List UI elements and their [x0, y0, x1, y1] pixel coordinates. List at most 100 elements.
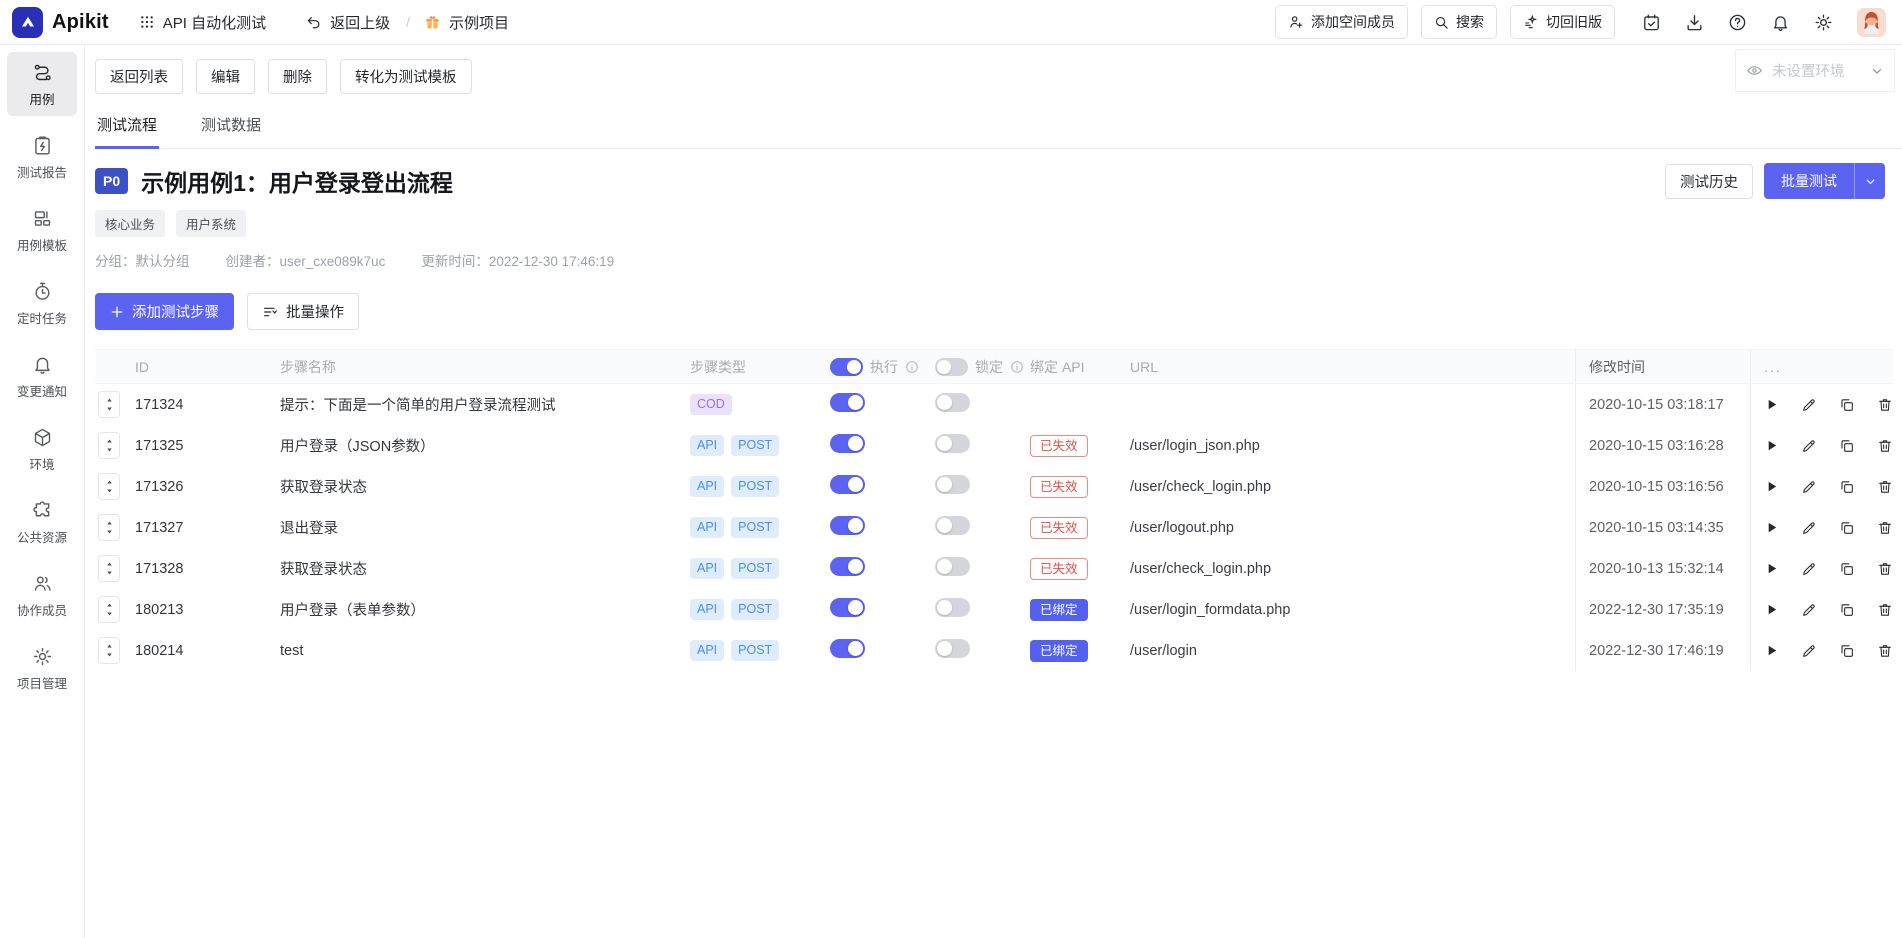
edit-step-icon[interactable] — [1801, 643, 1817, 659]
lock-toggle[interactable] — [935, 475, 970, 494]
edit-button[interactable]: 编辑 — [196, 59, 255, 94]
copy-step-icon[interactable] — [1839, 397, 1855, 413]
drag-handle-icon[interactable] — [98, 391, 120, 418]
copy-step-icon[interactable] — [1839, 479, 1855, 495]
drag-handle-icon[interactable] — [98, 596, 120, 623]
copy-step-icon[interactable] — [1839, 643, 1855, 659]
type-chip-post: POST — [731, 517, 779, 537]
drag-handle-icon[interactable] — [98, 555, 120, 582]
sidebar-item-case-templates[interactable]: 用例模板 — [7, 198, 77, 262]
type-chip-post: POST — [731, 640, 779, 660]
run-step-icon[interactable] — [1764, 643, 1779, 659]
batch-test-button[interactable]: 批量测试 — [1764, 163, 1854, 199]
exec-all-toggle[interactable] — [830, 358, 863, 376]
delete-button[interactable]: 删除 — [268, 59, 327, 94]
add-space-member-button[interactable]: 添加空间成员 — [1275, 5, 1408, 39]
app-switcher[interactable]: API 自动化测试 — [139, 12, 266, 33]
step-name[interactable]: test — [280, 643, 690, 659]
exec-toggle[interactable] — [830, 639, 865, 658]
edit-step-icon[interactable] — [1801, 479, 1817, 495]
download-icon[interactable] — [1685, 13, 1704, 32]
batch-operations-button[interactable]: 批量操作 — [247, 293, 359, 330]
sidebar-item-shared-resources[interactable]: 公共资源 — [7, 490, 77, 554]
lock-toggle[interactable] — [935, 557, 970, 576]
edit-step-icon[interactable] — [1801, 561, 1817, 577]
drag-handle-icon[interactable] — [98, 473, 120, 500]
exec-toggle[interactable] — [830, 393, 865, 412]
copy-step-icon[interactable] — [1839, 520, 1855, 536]
lock-toggle[interactable] — [935, 434, 970, 453]
exec-toggle[interactable] — [830, 475, 865, 494]
edit-step-icon[interactable] — [1801, 438, 1817, 454]
lock-toggle[interactable] — [935, 516, 970, 535]
lock-all-toggle[interactable] — [935, 358, 968, 376]
test-history-button[interactable]: 测试历史 — [1665, 164, 1753, 199]
delete-step-icon[interactable] — [1877, 479, 1893, 495]
tab-test-flow[interactable]: 测试流程 — [95, 106, 159, 149]
sidebar-item-project-settings[interactable]: 项目管理 — [7, 636, 77, 700]
exec-toggle[interactable] — [830, 598, 865, 617]
drag-handle-icon[interactable] — [98, 637, 120, 664]
apikit-logo-icon[interactable] — [12, 7, 43, 38]
priority-badge: P0 — [95, 168, 128, 194]
add-test-step-button[interactable]: 添加测试步骤 — [95, 293, 234, 330]
environment-selector[interactable]: 未设置环境 — [1735, 49, 1895, 92]
lock-toggle[interactable] — [935, 393, 970, 412]
back-to-list-button[interactable]: 返回列表 — [95, 59, 183, 94]
step-name[interactable]: 用户登录（JSON参数） — [280, 435, 690, 456]
tab-test-data[interactable]: 测试数据 — [199, 106, 263, 148]
calendar-check-icon[interactable] — [1642, 13, 1661, 32]
exec-toggle[interactable] — [830, 557, 865, 576]
copy-step-icon[interactable] — [1839, 561, 1855, 577]
copy-step-icon[interactable] — [1839, 438, 1855, 454]
sidebar-item-environments[interactable]: 环境 — [7, 417, 77, 481]
sidebar-item-change-notifications[interactable]: 变更通知 — [7, 344, 77, 408]
step-name[interactable]: 退出登录 — [280, 517, 690, 538]
delete-step-icon[interactable] — [1877, 602, 1893, 618]
search-button[interactable]: 搜索 — [1421, 5, 1497, 39]
convert-to-template-button[interactable]: 转化为测试模板 — [340, 59, 472, 94]
delete-step-icon[interactable] — [1877, 561, 1893, 577]
sidebar-item-scheduled-tasks[interactable]: 定时任务 — [7, 271, 77, 335]
type-chip-post: POST — [731, 435, 779, 455]
avatar[interactable] — [1857, 8, 1886, 37]
drag-handle-icon[interactable] — [98, 514, 120, 541]
run-step-icon[interactable] — [1764, 479, 1779, 495]
delete-step-icon[interactable] — [1877, 520, 1893, 536]
batch-test-dropdown[interactable] — [1854, 163, 1885, 199]
exec-toggle[interactable] — [830, 516, 865, 535]
col-header-more[interactable]: ... — [1764, 359, 1782, 375]
breadcrumb-project[interactable]: 示例项目 — [424, 12, 509, 33]
lock-toggle[interactable] — [935, 639, 970, 658]
exec-toggle[interactable] — [830, 434, 865, 453]
sidebar-item-collaborators[interactable]: 协作成员 — [7, 563, 77, 627]
drag-handle-icon[interactable] — [98, 432, 120, 459]
help-icon[interactable] — [1728, 13, 1747, 32]
edit-step-icon[interactable] — [1801, 397, 1817, 413]
run-step-icon[interactable] — [1764, 397, 1779, 413]
updated-label: 更新时间： — [421, 254, 489, 269]
run-step-icon[interactable] — [1764, 602, 1779, 618]
copy-step-icon[interactable] — [1839, 602, 1855, 618]
run-step-icon[interactable] — [1764, 520, 1779, 536]
bell-icon[interactable] — [1771, 13, 1790, 32]
step-name[interactable]: 获取登录状态 — [280, 476, 690, 497]
delete-step-icon[interactable] — [1877, 438, 1893, 454]
edit-step-icon[interactable] — [1801, 520, 1817, 536]
type-chip-api: API — [690, 435, 724, 455]
gear-icon[interactable] — [1814, 13, 1833, 32]
bind-status: 已绑定 — [1030, 599, 1088, 621]
delete-step-icon[interactable] — [1877, 397, 1893, 413]
switch-old-version-button[interactable]: 切回旧版 — [1510, 5, 1615, 39]
lock-toggle[interactable] — [935, 598, 970, 617]
sidebar-item-test-reports[interactable]: 测试报告 — [7, 125, 77, 189]
run-step-icon[interactable] — [1764, 561, 1779, 577]
step-name[interactable]: 获取登录状态 — [280, 558, 690, 579]
sidebar-item-cases[interactable]: 用例 — [7, 52, 77, 116]
back-parent-button[interactable]: 返回上级 — [306, 12, 390, 33]
step-name[interactable]: 用户登录（表单参数） — [280, 599, 690, 620]
run-step-icon[interactable] — [1764, 438, 1779, 454]
delete-step-icon[interactable] — [1877, 643, 1893, 659]
edit-step-icon[interactable] — [1801, 602, 1817, 618]
step-name[interactable]: 提示：下面是一个简单的用户登录流程测试 — [280, 394, 690, 415]
